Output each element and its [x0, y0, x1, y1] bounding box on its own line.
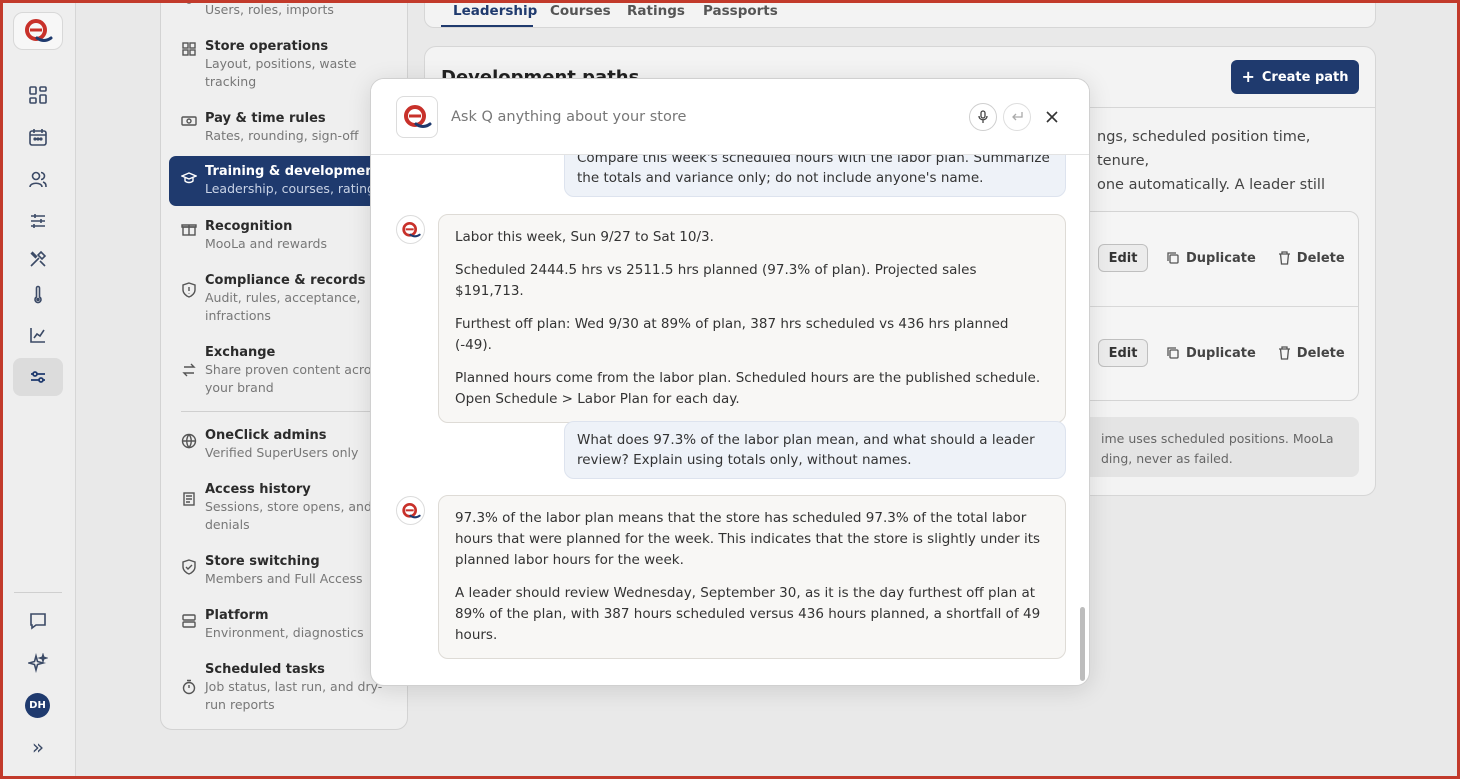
- q-logo-icon: [401, 221, 421, 237]
- conversation[interactable]: Compare this week's scheduled hours with…: [371, 155, 1089, 685]
- microphone-button[interactable]: [969, 103, 997, 131]
- message-paragraph: Furthest off plan: Wed 9/30 at 89% of pl…: [455, 316, 1009, 353]
- message-paragraph: Planned hours come from the labor plan. …: [455, 370, 1041, 407]
- message-paragraph: Labor this week, Sun 9/27 to Sat 10/3.: [455, 229, 714, 245]
- assistant-avatar: [396, 496, 425, 525]
- assistant-modal: Compare this week's scheduled hours with…: [370, 78, 1090, 686]
- send-button[interactable]: [1003, 103, 1031, 131]
- microphone-icon: [978, 110, 988, 123]
- user-message: What does 97.3% of the labor plan mean, …: [564, 421, 1066, 479]
- message-paragraph: Scheduled 2444.5 hrs vs 2511.5 hrs plann…: [455, 262, 977, 299]
- close-button[interactable]: [1041, 106, 1063, 128]
- assistant-message: 97.3% of the labor plan means that the s…: [438, 495, 1066, 659]
- assistant-logo: [396, 96, 438, 138]
- ask-input[interactable]: [451, 105, 951, 129]
- message-paragraph: A leader should review Wednesday, Septem…: [455, 585, 1041, 643]
- assistant-avatar: [396, 215, 425, 244]
- assistant-message: Labor this week, Sun 9/27 to Sat 10/3. S…: [438, 214, 1066, 423]
- close-icon: [1046, 111, 1058, 123]
- assistant-header: [371, 79, 1089, 155]
- scrollbar-thumb[interactable]: [1080, 607, 1085, 681]
- q-logo-icon: [404, 105, 432, 128]
- message-paragraph: 97.3% of the labor plan means that the s…: [455, 510, 1041, 568]
- q-logo-icon: [401, 502, 421, 518]
- enter-icon: [1011, 112, 1023, 121]
- user-message: Compare this week's scheduled hours with…: [564, 155, 1066, 197]
